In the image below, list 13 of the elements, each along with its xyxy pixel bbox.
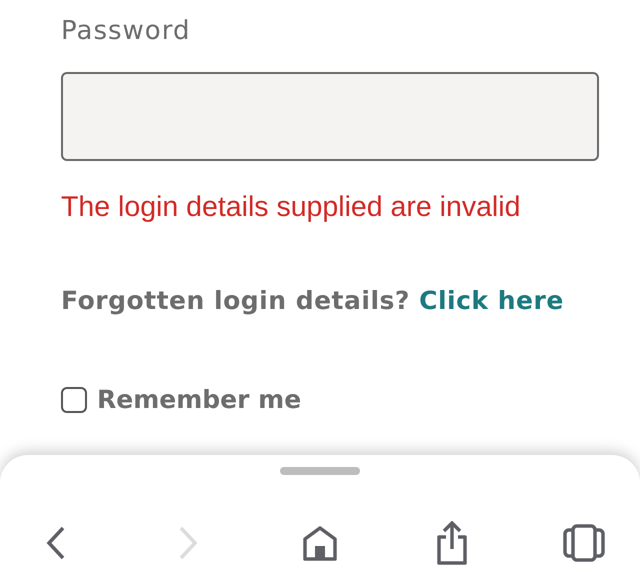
field-label: Password bbox=[61, 15, 192, 48]
remember-label: Remember me bbox=[97, 385, 302, 414]
forward-icon bbox=[178, 526, 198, 560]
tabs-icon bbox=[563, 524, 605, 562]
forgotten-login-text: Forgotten login details? Click here bbox=[61, 285, 565, 317]
back-icon bbox=[46, 526, 66, 560]
home-icon bbox=[302, 525, 338, 561]
remember-checkbox[interactable] bbox=[61, 386, 87, 412]
error-message: The login details supplied are invalid bbox=[61, 190, 522, 225]
click-here-link[interactable]: Click here bbox=[419, 286, 564, 315]
password-field[interactable] bbox=[61, 72, 599, 161]
sheet-handle[interactable] bbox=[280, 467, 360, 475]
share-icon bbox=[435, 521, 469, 565]
